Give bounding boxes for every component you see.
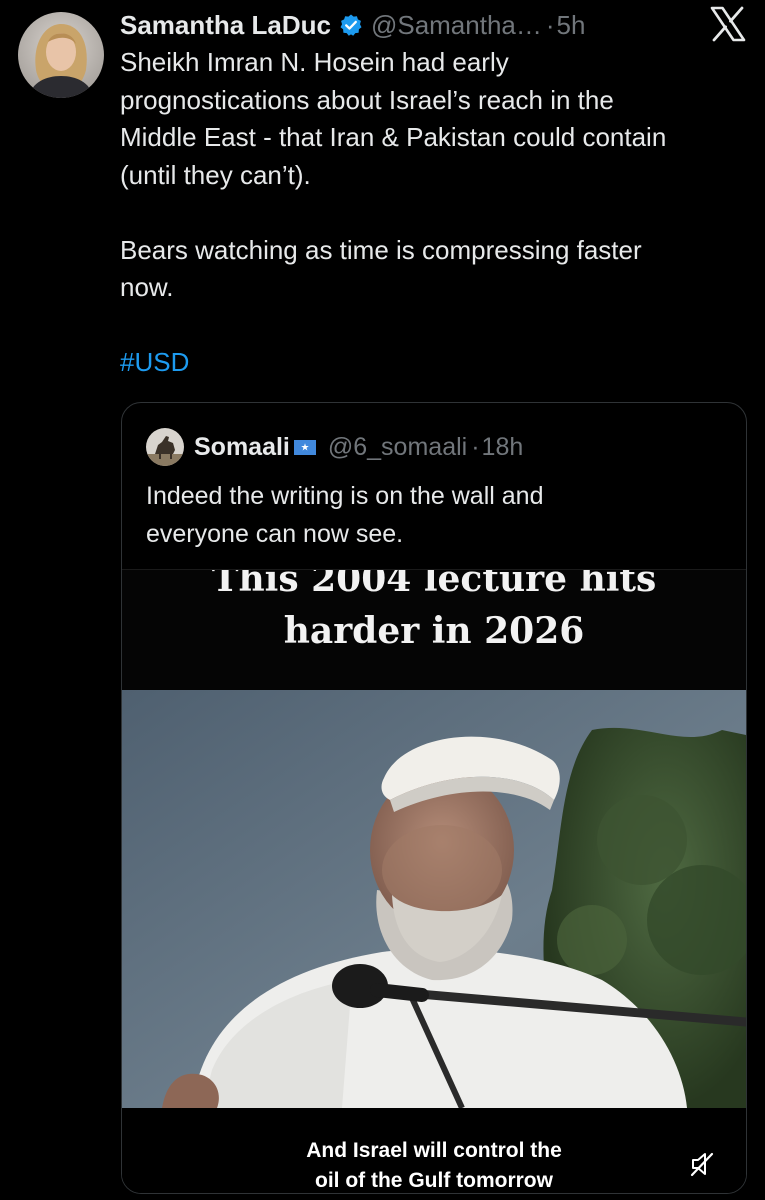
- tweet-text-line: now.: [120, 272, 174, 302]
- quoted-author-name[interactable]: Somaali: [194, 433, 290, 462]
- tweet-text-line: Sheikh Imran N. Hosein had early: [120, 47, 509, 77]
- video-caption-box: This 2004 lecture hits harder in 2026: [122, 570, 746, 690]
- verified-badge-icon: [339, 13, 363, 37]
- video-subtitle-line: oil of the Gulf tomorrow: [315, 1169, 553, 1192]
- author-name[interactable]: Samantha LaDuc: [120, 10, 331, 41]
- quoted-text-line: everyone can now see.: [146, 520, 404, 548]
- somalia-flag-icon: [293, 439, 316, 455]
- video-player[interactable]: This 2004 lecture hits harder in 2026 An…: [122, 569, 746, 1193]
- quoted-tweet-card[interactable]: Somaali @6_somaali · 18h Indeed the writ…: [121, 402, 747, 1194]
- hashtag-link[interactable]: #USD: [120, 347, 189, 377]
- video-subtitle: And Israel will control the oil of the G…: [122, 1136, 746, 1193]
- author-handle[interactable]: @Samantha…: [371, 10, 542, 41]
- mute-icon[interactable]: [688, 1150, 716, 1178]
- separator-dot: ·: [545, 9, 555, 40]
- video-caption-line: This 2004 lecture hits: [211, 570, 657, 600]
- tweet-time[interactable]: 5h: [557, 10, 586, 41]
- quoted-tweet-time[interactable]: 18h: [482, 433, 524, 462]
- separator-dot: ·: [471, 432, 480, 461]
- video-caption-line: harder in 2026: [283, 610, 585, 652]
- quoted-author-avatar[interactable]: [146, 428, 184, 466]
- x-logo-icon[interactable]: [708, 4, 748, 44]
- tweet-text-line: Bears watching as time is compressing fa…: [120, 234, 642, 265]
- quoted-author-handle[interactable]: @6_somaali: [328, 433, 467, 462]
- author-avatar[interactable]: [18, 12, 104, 98]
- quoted-tweet-text: Indeed the writing is on the wall and ev…: [146, 477, 726, 553]
- video-frame[interactable]: [122, 690, 746, 1108]
- video-subtitle-line: And Israel will control the: [306, 1139, 562, 1162]
- tweet-text: Sheikh Imran N. Hosein had early prognos…: [120, 44, 750, 382]
- quoted-tweet-header: Somaali @6_somaali · 18h: [146, 427, 523, 467]
- video-subtitle-area: And Israel will control the oil of the G…: [122, 1108, 746, 1193]
- tweet-text-line: (until they can’t).: [120, 159, 311, 190]
- tweet-text-line: prognostications about Israel’s reach in…: [120, 84, 614, 115]
- quoted-text-line: Indeed the writing is on the wall and: [146, 482, 544, 510]
- tweet-text-line: Middle East - that Iran & Pakistan could…: [120, 122, 667, 152]
- tweet-header: Samantha LaDuc @Samantha… · 5h: [120, 4, 585, 46]
